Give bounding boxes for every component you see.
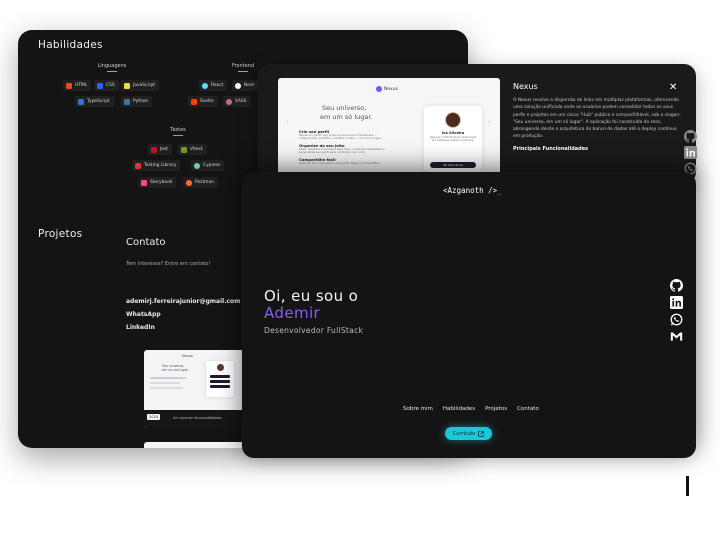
modal-description: O Nexus resolve a dispersão de links em … [513,98,681,140]
skill-chip: Storybook [138,177,177,188]
preview-headline-1: Seu universo, [322,104,367,112]
linkedin-icon[interactable] [684,146,697,159]
project-preview-image: Nexus Seu universo, em um só lugar. Crie… [278,78,500,174]
group-title-tests: Testes [160,127,196,136]
github-icon[interactable] [684,130,697,143]
hero-social-icons [670,279,683,343]
contact-email-link[interactable]: ademirj.ferreirajunior@gmail.com [126,298,240,305]
skill-chip: Vitest [178,144,207,155]
skill-chip: SASS [223,96,251,107]
avatar [445,112,461,128]
skill-chip: CSS [94,80,119,91]
nexus-logo-icon [376,86,382,92]
skill-chip: Svelte [188,96,218,107]
skill-chip: Postman [183,177,218,188]
react-icon [202,82,208,89]
python-icon [124,98,130,105]
nav-about[interactable]: Sobre mim [403,406,433,412]
resume-button[interactable]: Currículo [445,427,492,440]
github-icon[interactable] [670,279,683,292]
skill-chip: HTML [63,80,92,91]
storybook-icon [141,179,147,186]
scroll-indicator [686,476,689,496]
project-modal: Nexus Seu universo, em um só lugar. Crie… [258,64,696,184]
svelte-icon [191,98,197,105]
external-link-icon [478,430,485,437]
chevron-left-icon: ‹ [286,118,289,126]
typescript-icon [78,98,84,105]
postman-icon [186,179,192,186]
preview-headline-2: em um só lugar. [320,113,373,121]
preview-features: Crie seu perfil Monte um perfil com todo… [299,129,385,165]
hero-greeting: Oi, eu sou o [264,287,359,305]
preview-profile-card: Iva Silveira Designer multidisciplinar a… [424,106,482,172]
hero-nav: Sobre mim Habilidades Projetos Contato [403,406,539,412]
nav-skills[interactable]: Habilidades [443,406,475,412]
cypress-icon [194,162,200,169]
hero-name: Ademir [264,304,321,322]
nav-projects[interactable]: Projetos [485,406,507,412]
vitest-icon [181,146,187,153]
contact-whatsapp-link[interactable]: WhatsApp [126,311,161,318]
skill-chip: TypeScript [75,96,114,107]
preview-profile-button: Ver links da Iva [430,162,476,168]
skill-chip: React [199,80,228,91]
site-logo[interactable]: <Azganoth />_ [443,186,502,195]
hero-card: <Azganoth />_ Oi, eu sou o Ademir Desenv… [242,172,696,458]
close-icon[interactable]: ✕ [669,82,677,93]
html-icon [66,82,72,89]
whatsapp-icon[interactable] [670,313,683,326]
skills-title: Habilidades [38,39,103,51]
jest-icon [151,146,157,153]
side-social-icons [684,130,697,175]
sass-icon [226,98,232,105]
screenshot-collage: Habilidades Linguagens HTML CSS JavaScri… [0,0,720,540]
modal-content: Nexus O Nexus resolve a dispersão de lin… [513,82,681,152]
modal-title: Nexus [513,82,538,91]
hero-role: Desenvolvedor FullStack [264,326,364,335]
nav-contact[interactable]: Contato [517,406,539,412]
testing-library-icon [135,162,141,169]
contact-title: Contato [126,237,166,248]
skill-chip: Python [121,96,153,107]
javascript-icon [124,82,130,89]
gmail-icon[interactable] [670,330,683,343]
group-title-languages: Linguagens [86,63,138,72]
css-icon [97,82,103,89]
skill-chip: JavaScript [121,80,160,91]
skill-chip: Next [232,80,259,91]
next-icon [235,82,241,89]
contact-prompt: Tem interesse? Entre em contato! [126,261,211,267]
skill-chip: Testing Library [132,160,181,171]
projects-title: Projetos [38,228,83,240]
preview-brand: Nexus [376,86,398,92]
linkedin-icon[interactable] [670,296,683,309]
group-title-frontend: Frontend [223,63,263,72]
chevron-right-icon: › [488,118,491,126]
resume-button-label: Currículo [452,430,476,437]
contact-linkedin-link[interactable]: LinkedIn [126,324,155,331]
skill-chip: Cypress [191,160,225,171]
modal-subheading: Principais Funcionalidades [513,145,589,152]
skill-chip: Jest [148,144,173,155]
